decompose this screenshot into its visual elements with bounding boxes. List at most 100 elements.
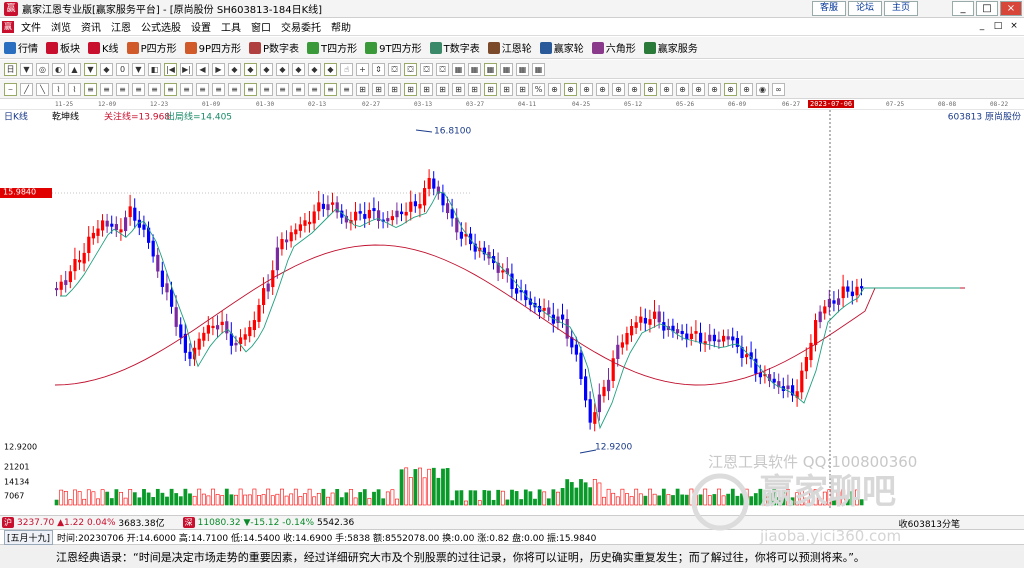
drawing-tool-icon-5[interactable]: ▼	[84, 62, 97, 76]
drawing-tool-icon-10[interactable]: |◀	[164, 62, 177, 76]
analysis-tool-icon-18[interactable]: ≡	[292, 82, 305, 96]
drawing-tool-icon-8[interactable]: ▼	[132, 62, 145, 76]
drawing-tool-icon-20[interactable]: ◆	[324, 62, 337, 76]
drawing-tool-icon-27[interactable]: ⛋	[436, 62, 449, 76]
drawing-tool-icon-22[interactable]: +	[356, 62, 369, 76]
analysis-tool-icon-11[interactable]: ≡	[180, 82, 193, 96]
mdi-restore-button[interactable]: □	[992, 20, 1004, 32]
analysis-tool-icon-0[interactable]: ⎯	[4, 82, 17, 96]
analysis-tool-icon-8[interactable]: ≡	[132, 82, 145, 96]
menu-app-icon[interactable]: 赢	[2, 20, 14, 33]
analysis-tool-icon-29[interactable]: ⊞	[468, 82, 481, 96]
analysis-tool-icon-34[interactable]: ⊕	[548, 82, 561, 96]
analysis-tool-icon-48[interactable]: ∞	[772, 82, 785, 96]
drawing-tool-icon-15[interactable]: ◆	[244, 62, 257, 76]
analysis-tool-icon-1[interactable]: ╱	[20, 82, 33, 96]
toolbar-button-11[interactable]: 六角形	[591, 40, 636, 55]
mdi-close-button[interactable]: ×	[1008, 20, 1020, 32]
analysis-tool-icon-7[interactable]: ≡	[116, 82, 129, 96]
menu-info[interactable]: 资讯	[76, 19, 106, 34]
drawing-tool-icon-0[interactable]: 日	[4, 62, 17, 76]
analysis-tool-icon-20[interactable]: ≡	[324, 82, 337, 96]
analysis-tool-icon-17[interactable]: ≡	[276, 82, 289, 96]
toolbar-button-10[interactable]: 赢家轮	[539, 40, 584, 55]
drawing-tool-icon-11[interactable]: ▶|	[180, 62, 193, 76]
drawing-tool-icon-26[interactable]: ⛋	[420, 62, 433, 76]
analysis-tool-icon-13[interactable]: ≡	[212, 82, 225, 96]
analysis-tool-icon-14[interactable]: ≡	[228, 82, 241, 96]
toolbar-button-8[interactable]: T数字表	[429, 40, 480, 55]
drawing-tool-icon-28[interactable]: ▦	[452, 62, 465, 76]
drawing-tool-icon-30[interactable]: ▦	[484, 62, 497, 76]
sz-index-group[interactable]: 深 11080.32 ▼-15.12 -0.14% 5542.36	[182, 517, 354, 528]
analysis-tool-icon-15[interactable]: ≡	[244, 82, 257, 96]
analysis-tool-icon-25[interactable]: ⊞	[404, 82, 417, 96]
analysis-tool-icon-30[interactable]: ⊞	[484, 82, 497, 96]
analysis-tool-icon-39[interactable]: ⊕	[628, 82, 641, 96]
drawing-tool-icon-4[interactable]: ▲	[68, 62, 81, 76]
drawing-tool-icon-23[interactable]: ⇕	[372, 62, 385, 76]
drawing-tool-icon-29[interactable]: ▦	[468, 62, 481, 76]
analysis-tool-icon-22[interactable]: ⊞	[356, 82, 369, 96]
analysis-tool-icon-44[interactable]: ⊕	[708, 82, 721, 96]
menu-formula-screening[interactable]: 公式选股	[136, 19, 186, 34]
analysis-tool-icon-16[interactable]: ≡	[260, 82, 273, 96]
analysis-tool-icon-2[interactable]: ╲	[36, 82, 49, 96]
analysis-tool-icon-41[interactable]: ⊕	[660, 82, 673, 96]
toolbar-button-1[interactable]: 板块	[46, 40, 80, 55]
analysis-tool-icon-42[interactable]: ⊕	[676, 82, 689, 96]
toolbar-button-5[interactable]: P数字表	[249, 40, 299, 55]
drawing-tool-icon-16[interactable]: ◆	[260, 62, 273, 76]
analysis-tool-icon-10[interactable]: ≡	[164, 82, 177, 96]
analysis-tool-icon-6[interactable]: ≡	[100, 82, 113, 96]
menu-trade[interactable]: 交易委托	[276, 19, 326, 34]
analysis-tool-icon-36[interactable]: ⊕	[580, 82, 593, 96]
drawing-tool-icon-9[interactable]: ◧	[148, 62, 161, 76]
menu-help[interactable]: 帮助	[326, 19, 356, 34]
drawing-tool-icon-31[interactable]: ▦	[500, 62, 513, 76]
analysis-tool-icon-47[interactable]: ◉	[756, 82, 769, 96]
link-customer-service[interactable]: 客服	[812, 1, 846, 16]
analysis-tool-icon-46[interactable]: ⊕	[740, 82, 753, 96]
toolbar-button-4[interactable]: 9P四方形	[184, 40, 241, 55]
sh-index-group[interactable]: 沪 3237.70 ▲1.22 0.04% 3683.38亿	[2, 516, 165, 529]
analysis-tool-icon-31[interactable]: ⊞	[500, 82, 513, 96]
menu-tools[interactable]: 工具	[216, 19, 246, 34]
analysis-tool-icon-21[interactable]: ≡	[340, 82, 353, 96]
link-forum[interactable]: 论坛	[848, 1, 882, 16]
toolbar-button-6[interactable]: T四方形	[307, 40, 357, 55]
drawing-tool-icon-18[interactable]: ◆	[292, 62, 305, 76]
kline-chart-area[interactable]: 日K线 乾坤线 关注线=13.968 出局线=14.405 603813 原尚股…	[0, 110, 1024, 515]
menu-settings[interactable]: 设置	[186, 19, 216, 34]
drawing-tool-icon-21[interactable]: ☝	[340, 62, 353, 76]
toolbar-button-9[interactable]: 江恩轮	[487, 40, 532, 55]
analysis-tool-icon-26[interactable]: ⊞	[420, 82, 433, 96]
minimize-button[interactable]: _	[952, 1, 974, 16]
drawing-tool-icon-3[interactable]: ◐	[52, 62, 65, 76]
analysis-tool-icon-35[interactable]: ⊕	[564, 82, 577, 96]
analysis-tool-icon-27[interactable]: ⊞	[436, 82, 449, 96]
toolbar-button-0[interactable]: 行情	[4, 40, 38, 55]
drawing-tool-icon-32[interactable]: ▦	[516, 62, 529, 76]
drawing-tool-icon-19[interactable]: ◆	[308, 62, 321, 76]
menu-browse[interactable]: 浏览	[46, 19, 76, 34]
drawing-tool-icon-2[interactable]: ◎	[36, 62, 49, 76]
analysis-tool-icon-43[interactable]: ⊕	[692, 82, 705, 96]
drawing-tool-icon-6[interactable]: ◆	[100, 62, 113, 76]
menu-gann[interactable]: 江恩	[106, 19, 136, 34]
toolbar-button-7[interactable]: 9T四方形	[365, 40, 422, 55]
drawing-tool-icon-24[interactable]: ⛋	[388, 62, 401, 76]
link-home[interactable]: 主页	[884, 1, 918, 16]
analysis-tool-icon-38[interactable]: ⊕	[612, 82, 625, 96]
analysis-tool-icon-19[interactable]: ≡	[308, 82, 321, 96]
toolbar-button-3[interactable]: P四方形	[126, 40, 177, 55]
analysis-tool-icon-4[interactable]: ⌇	[68, 82, 81, 96]
menu-file[interactable]: 文件	[16, 19, 46, 34]
kline-chart-svg[interactable]: 日K线 乾坤线 关注线=13.968 出局线=14.405 603813 原尚股…	[0, 110, 1024, 515]
analysis-tool-icon-24[interactable]: ⊞	[388, 82, 401, 96]
analysis-tool-icon-33[interactable]: %	[532, 82, 545, 96]
analysis-tool-icon-5[interactable]: ≡	[84, 82, 97, 96]
drawing-tool-icon-14[interactable]: ◆	[228, 62, 241, 76]
drawing-tool-icon-7[interactable]: 0	[116, 62, 129, 76]
maximize-button[interactable]: □	[976, 1, 998, 16]
